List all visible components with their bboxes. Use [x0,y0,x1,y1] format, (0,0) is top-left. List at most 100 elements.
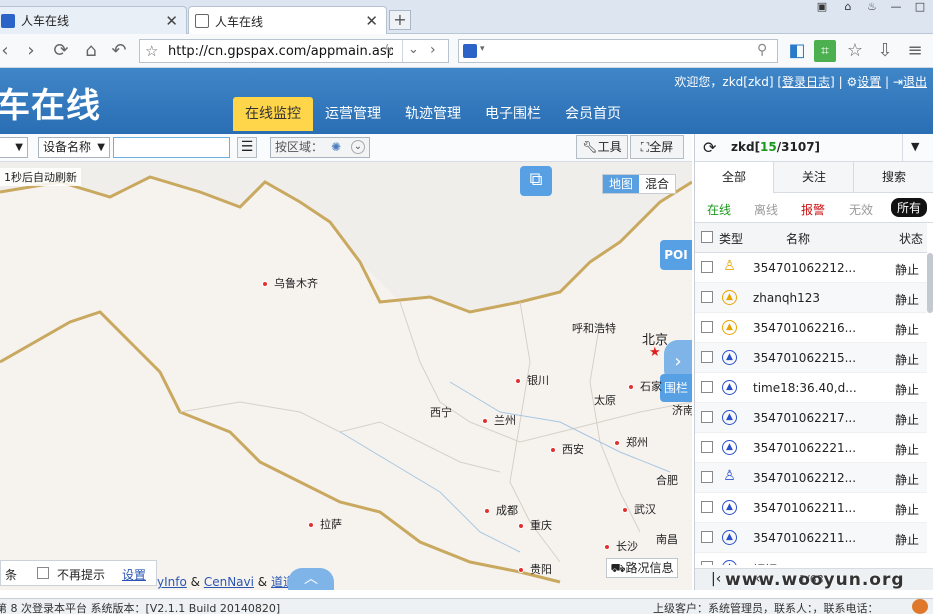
device-field-select[interactable]: 设备名称 ▼ [38,137,110,158]
row-checkbox[interactable] [701,561,713,565]
row-checkbox[interactable] [701,261,713,273]
browser-tab-1[interactable]: 人车在线 ✕ [0,6,187,34]
fence-button[interactable]: 围栏 [660,374,692,402]
dropdown-chevron-icon[interactable]: ⌄ [408,42,419,57]
row-checkbox[interactable] [701,441,713,453]
group-select[interactable]: ▼ [0,137,28,158]
tab-all[interactable]: 全部 [695,162,774,193]
city-label[interactable]: 成都 [484,502,518,518]
device-row[interactable]: ▲ 354701062217... 静止 [695,403,927,433]
device-row[interactable]: ▲ 妍妍 [695,553,927,565]
settings-link[interactable]: 设置 [857,75,881,89]
lightning-icon[interactable]: ϟ [384,43,393,58]
url-text[interactable]: http://cn.gpspax.com/appmain.asp [168,44,393,59]
row-checkbox[interactable] [701,291,713,303]
map-type-map[interactable]: 地图 [603,175,640,193]
screenshot-icon[interactable]: ⌗ [814,40,836,62]
notice-settings-link[interactable]: 设置 [122,566,146,583]
minimize-icon[interactable]: — [886,0,906,14]
city-label[interactable]: 长沙 [604,538,638,554]
logout-icon[interactable]: ⇥ [893,75,903,89]
tools-button[interactable]: 🔧︎工具 [576,135,628,159]
scrollbar-thumb[interactable] [927,253,933,313]
device-row[interactable]: ▲ time18:36.40,d... 静止 [695,373,927,403]
filter-online[interactable]: 在线 [707,201,731,218]
menu-track[interactable]: 轨迹管理 [395,97,471,131]
new-tab-button[interactable]: + [389,10,411,30]
attribution-link[interactable]: CenNavi [204,575,254,589]
address-bar[interactable]: ☆ http://cn.gpspax.com/appmain.asp ϟ ⌄ › [139,39,449,63]
city-label[interactable]: 西宁 [430,404,452,420]
city-label[interactable]: 贵阳 [518,561,552,577]
device-search-input[interactable] [113,137,230,158]
city-label[interactable]: 太原 [594,392,616,408]
row-checkbox[interactable] [701,351,713,363]
search-engine-icon[interactable] [463,44,477,58]
city-label[interactable]: 西安 [550,441,584,457]
row-checkbox[interactable] [701,531,713,543]
filter-alarm[interactable]: 报警 [801,201,825,218]
city-label[interactable]: 济南 [672,402,692,418]
city-label[interactable]: 呼和浩特 [572,320,616,336]
device-row[interactable]: ▲ 354701062221... 静止 [695,433,927,463]
city-label[interactable]: 石家 [628,378,662,394]
device-row[interactable]: ♙ 354701062212... 静止 [695,463,927,493]
search-input[interactable] [491,42,751,60]
row-checkbox[interactable] [701,381,713,393]
list-icon[interactable]: ☰ [237,137,257,158]
go-icon[interactable]: › [430,42,436,58]
attribution-link[interactable]: yInfo [157,575,187,589]
bookmark-star-icon[interactable]: ☆ [145,42,158,60]
panel-dropdown-icon[interactable]: ▼ [911,140,919,153]
device-row[interactable]: ▲ 354701062215... 静止 [695,343,927,373]
device-row[interactable]: ▲ 354701062216... 静止 [695,313,927,343]
login-log-link[interactable]: [登录日志] [777,75,834,89]
forward-icon[interactable]: › [20,40,42,62]
logout-link[interactable]: 退出 [903,75,927,89]
map-canvas[interactable]: 1秒后自动刷新 ⧉ 地图 混合 POI › 围栏 乌鲁木齐 呼和浩特 北京 ★ … [0,162,692,590]
row-checkbox[interactable] [701,321,713,333]
filter-all[interactable]: 所有 [891,198,928,217]
undo-icon[interactable]: ↶ [108,40,130,62]
city-label[interactable]: 银川 [515,372,549,388]
traffic-button[interactable]: ⛟路况信息 [606,558,678,578]
gear-icon[interactable]: ⚙ [846,75,857,89]
tab-watch[interactable]: 关注 [775,162,854,193]
collapse-up-icon[interactable]: ︿ [288,568,334,590]
tab-search[interactable]: 搜索 [855,162,933,193]
close-tab-icon[interactable]: ✕ [165,12,178,30]
maximize-icon[interactable]: □ [910,0,930,14]
row-checkbox[interactable] [701,501,713,513]
restore-window-icon[interactable]: ▣ [812,0,832,14]
layers-icon[interactable]: ⧉ [520,166,552,196]
row-checkbox[interactable] [701,471,713,483]
device-row[interactable]: ♙ 354701062212... 静止 [695,253,927,283]
map-type-mix[interactable]: 混合 [639,175,675,193]
city-label[interactable]: 乌鲁木齐 [262,275,318,291]
close-tab-icon[interactable]: ✕ [365,12,378,30]
city-label[interactable]: 南昌 [656,531,678,547]
menu-geofence[interactable]: 电子围栏 [475,97,551,131]
engine-dropdown-icon[interactable]: ▾ [480,44,485,54]
device-row[interactable]: ▲ 354701062211... 静止 [695,493,927,523]
first-page-icon[interactable]: |‹ [711,571,721,587]
area-select[interactable]: 按区域： ✺ ⌄ [270,137,370,158]
poi-button[interactable]: POI [660,240,692,270]
device-row[interactable]: ▲ 354701062211... 静止 [695,523,927,553]
city-label[interactable]: 重庆 [518,517,552,533]
fullscreen-button[interactable]: ⛶全屏 [630,135,684,159]
no-remind-checkbox[interactable] [37,567,49,579]
translate-icon[interactable]: ◧ [786,40,808,62]
browser-tab-2[interactable]: 人车在线 ✕ [188,6,387,35]
city-label[interactable]: 武汉 [622,501,656,517]
filter-invalid[interactable]: 无效 [849,201,873,218]
menu-online-monitor[interactable]: 在线监控 [233,97,313,131]
home-icon[interactable]: ⌂ [80,40,102,62]
menu-icon[interactable]: ≡ [904,40,926,62]
city-label[interactable]: 郑州 [614,434,648,450]
refresh-icon[interactable]: ⟳ [50,40,72,62]
favorites-icon[interactable]: ☆ [844,40,866,62]
device-row[interactable]: ▲ zhanqh123 静止 [695,283,927,313]
search-box[interactable]: ▾ ⚲ [458,39,778,63]
select-all-checkbox[interactable] [701,231,713,243]
